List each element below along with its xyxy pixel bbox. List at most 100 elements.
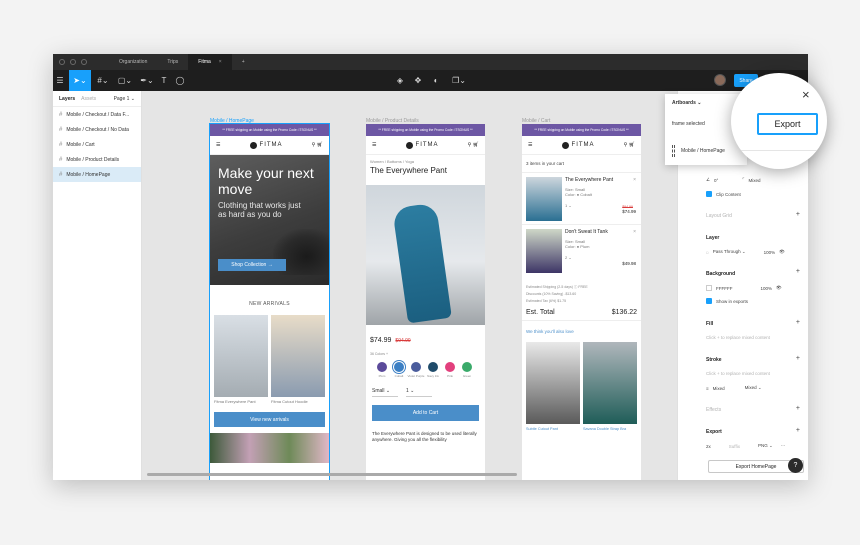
window-controls — [59, 59, 109, 65]
boolean-ops-icon[interactable]: ❐⌄ — [449, 70, 469, 91]
frame-icon: # — [59, 156, 63, 163]
layer-item[interactable]: # Mobile / Checkout / Data F... — [53, 107, 141, 122]
layer-item[interactable]: # Mobile / Cart — [53, 137, 141, 152]
product-price: $74.99 $94.99 — [370, 337, 411, 344]
eye-icon[interactable]: 👁︎ — [779, 249, 785, 255]
stroke-settings-row[interactable]: ≡ Mixed Mixed ⌄ — [706, 385, 762, 391]
qty-select: 1 ⌄ — [406, 388, 432, 397]
user-icon: ⚲ — [467, 142, 472, 148]
export-button[interactable]: Export — [757, 113, 818, 135]
frame-homepage[interactable]: ** FREE shipping on Mobile using the Pro… — [209, 123, 330, 480]
clip-content-row[interactable]: Clip Content — [706, 191, 741, 197]
component-icon[interactable]: ◈ — [393, 70, 407, 91]
comment-tool-icon[interactable]: ◯ — [173, 70, 187, 91]
frame-icon: # — [59, 171, 63, 178]
product-photo — [214, 315, 268, 397]
help-button[interactable]: ? — [788, 458, 803, 473]
mobile-nav: ☰ FITMA ⚲ 🛒︎ — [522, 136, 641, 155]
page-selector[interactable]: Page 1 ⌄ — [114, 96, 135, 102]
user-avatar[interactable] — [714, 74, 726, 86]
more-icon[interactable]: ⋯ — [781, 443, 786, 449]
swatch-dot — [428, 362, 438, 372]
pen-tool-icon[interactable]: ✒⌄ — [137, 70, 157, 91]
move-tool-icon[interactable]: ➤⌄ — [69, 70, 91, 91]
selected-frame-row[interactable]: Mobile / HomePage — [672, 145, 725, 157]
toolbar: ☰ ➤⌄ #⌄ ▢⌄ ✒⌄ T ◯ ◈ ✥ ◐ ❐⌄ Share — [53, 70, 808, 91]
mobile-nav: ☰ FITMA ⚲ 🛒︎ — [366, 136, 485, 155]
color-swatch-icon[interactable] — [706, 285, 712, 291]
swatch-selected: Cobalt — [393, 362, 405, 378]
tab-fitma[interactable]: Fitma × — [188, 54, 232, 70]
swatch: Pink — [444, 362, 456, 378]
horizontal-scrollbar[interactable] — [147, 473, 517, 476]
add-to-cart-button: Add to Cart — [372, 405, 479, 421]
layer-item[interactable]: # Mobile / Product Details — [53, 152, 141, 167]
contrast-icon[interactable]: ◐ — [429, 70, 443, 91]
tab-assets[interactable]: Assets — [81, 96, 96, 102]
popover-title[interactable]: Artboards ⌄ — [672, 100, 701, 106]
tab-organization[interactable]: Organization — [109, 54, 157, 70]
add-grid-icon[interactable]: + — [796, 211, 800, 218]
add-export-icon[interactable]: + — [796, 427, 800, 434]
hamburger-icon: ☰ — [372, 142, 377, 148]
tab-trips[interactable]: Trips — [157, 54, 188, 70]
effects-header: Effects — [706, 407, 722, 413]
cart-icon: 🛒︎ — [628, 142, 635, 148]
maximize-window-dot[interactable] — [81, 59, 87, 65]
grid-align-icon[interactable]: ✥ — [411, 70, 425, 91]
eye-icon[interactable]: 👁︎ — [776, 285, 782, 291]
menu-icon[interactable]: ☰ — [53, 70, 67, 91]
recommendation-photo — [583, 342, 637, 424]
close-window-dot[interactable] — [59, 59, 65, 65]
layer-item-selected[interactable]: # Mobile / HomePage — [53, 167, 141, 182]
recommendation-photo — [526, 342, 580, 424]
logo-mark-icon — [249, 141, 257, 149]
add-effect-icon[interactable]: + — [796, 405, 800, 412]
close-tab-icon[interactable]: × — [219, 59, 222, 65]
logo: FITMA — [561, 141, 595, 149]
shape-tool-icon[interactable]: ▢⌄ — [115, 70, 135, 91]
model-figure — [392, 202, 452, 324]
background-fill-row[interactable]: FFFFFF 100% 👁︎ — [706, 285, 782, 291]
text-tool-icon[interactable]: T — [157, 70, 171, 91]
new-tab-button[interactable]: + — [232, 54, 255, 70]
frame-cart[interactable]: ** FREE shipping on Mobile using the Pro… — [522, 124, 641, 480]
tab-layers[interactable]: Layers — [59, 96, 75, 102]
export-settings-row[interactable]: 2x Suffix PNG ⌄ ⋯ — [706, 443, 785, 449]
product-grid — [210, 315, 329, 397]
cart-icon: 🛒︎ — [316, 142, 323, 148]
layer-item[interactable]: # Mobile / Checkout / No Data — [53, 122, 141, 137]
size-select: Small ⌄ — [372, 388, 398, 397]
logo-mark-icon — [405, 141, 413, 149]
layers-panel: Layers Assets Page 1 ⌄ # Mobile / Checkou… — [53, 91, 142, 480]
swatch: Violet Purple — [408, 362, 424, 378]
add-fill-icon[interactable]: + — [796, 319, 800, 326]
remove-item-icon: × — [633, 177, 636, 183]
promo-banner: ** FREE shipping on Mobile using the Pro… — [210, 124, 329, 136]
stroke-weight-icon: ≡ — [706, 385, 709, 391]
swatch-dot — [462, 362, 472, 372]
hamburger-icon: ☰ — [528, 142, 533, 148]
shop-collection-button: Shop Collection → — [218, 259, 286, 271]
cart-item: The Everywhere Pant Size: Small Color: ●… — [522, 172, 641, 224]
show-in-exports-row[interactable]: Show in exports — [706, 298, 748, 304]
minimize-window-dot[interactable] — [70, 59, 76, 65]
recommendation-grid — [522, 342, 641, 424]
color-swatches: Plum Cobalt Violet Purple Navy Ink Pink … — [366, 356, 485, 378]
frame-product-details[interactable]: ** FREE shipping on Mobile using the Pro… — [366, 124, 485, 480]
canvas[interactable]: Mobile / HomePage Mobile / Product Detai… — [142, 91, 677, 480]
colors-label: 36 Colors + — [370, 352, 388, 356]
frames-selected-label: frame selected — [672, 121, 705, 127]
add-background-icon[interactable]: + — [796, 268, 800, 275]
cart-count: 3 items in your cart — [526, 161, 565, 166]
fill-header: Fill — [706, 321, 714, 327]
checkbox-checked-icon[interactable] — [706, 298, 712, 304]
add-stroke-icon[interactable]: + — [796, 355, 800, 362]
checkbox-checked-icon[interactable] — [706, 191, 712, 197]
close-icon[interactable]: × — [802, 87, 810, 102]
blend-row[interactable]: ◌ Pass Through ⌄ 100% 👁︎ — [706, 249, 785, 255]
frame-tool-icon[interactable]: #⌄ — [93, 70, 113, 91]
swatch-dot — [377, 362, 387, 372]
order-total: Est. Total $136.22 — [522, 305, 641, 321]
flowers-photo — [210, 433, 329, 463]
